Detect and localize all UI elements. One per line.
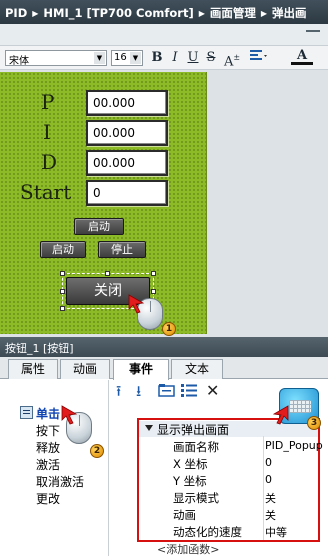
io-field-i[interactable]: 00.000	[86, 120, 168, 146]
param-value[interactable]: PID_Popup	[265, 439, 323, 452]
param-key: 画面名称	[173, 440, 219, 454]
start-button[interactable]: 启动	[40, 241, 86, 258]
stop-button[interactable]: 停止	[98, 241, 146, 258]
start-on-button[interactable]: 启动	[74, 218, 124, 235]
param-row[interactable]: 显示模式 关	[139, 489, 318, 505]
event-item-release[interactable]: 释放	[36, 439, 60, 456]
breadcrumb-item-popup[interactable]: 弹出画	[272, 6, 307, 20]
tab-texts[interactable]: 文本	[171, 359, 223, 379]
event-item-click[interactable]: 单击	[36, 405, 60, 422]
event-item-press[interactable]: 按下	[36, 422, 60, 439]
chevron-right-icon: ▶	[260, 9, 268, 18]
io-field-d[interactable]: 00.000	[86, 150, 168, 176]
event-item-deactivate[interactable]: 取消激活	[36, 473, 84, 490]
expand-triangle-icon[interactable]	[145, 425, 153, 431]
event-item-change[interactable]: 更改	[36, 490, 60, 507]
minimize-icon[interactable]	[306, 30, 320, 32]
event-icon	[20, 406, 33, 419]
format-toolbar: 宋体 ▼ 16 ▼ B I U S A± A	[0, 46, 328, 70]
editor-subbar	[0, 24, 328, 46]
tab-properties[interactable]: 属性	[8, 359, 58, 379]
param-value[interactable]: 中等	[265, 524, 287, 540]
font-size-select[interactable]: 16 ▼	[111, 50, 143, 66]
resize-handle[interactable]	[60, 306, 65, 311]
resize-handle[interactable]	[151, 271, 156, 276]
delete-icon[interactable]: ✕	[206, 383, 219, 399]
event-item-activate[interactable]: 激活	[36, 456, 60, 473]
move-up-icon[interactable]: ⭱	[116, 383, 121, 399]
resize-handle[interactable]	[60, 271, 65, 276]
param-row[interactable]: 动态化的速度 中等	[139, 523, 318, 539]
resize-handle[interactable]	[105, 271, 110, 276]
step-badge-3: 3	[307, 416, 321, 430]
add-function-link[interactable]: <添加函数>	[157, 541, 219, 556]
param-value[interactable]: 关	[265, 490, 276, 506]
tab-animations[interactable]: 动画	[60, 359, 110, 379]
italic-button[interactable]: I	[169, 49, 181, 67]
inspector-tabs: 属性 动画 事件 文本	[0, 357, 328, 380]
red-arrow-icon	[61, 405, 78, 425]
resize-handle[interactable]	[60, 289, 65, 294]
red-arrow-icon	[128, 294, 145, 314]
param-key: 动画	[173, 508, 196, 522]
font-family-select[interactable]: 宋体 ▼	[5, 50, 107, 67]
breadcrumb-item-project[interactable]: PID	[5, 6, 27, 20]
font-size-value: 16	[114, 52, 127, 63]
strikethrough-button[interactable]: S	[205, 49, 217, 67]
param-key: 动态化的速度	[173, 525, 242, 539]
step-badge-2: 2	[90, 444, 104, 458]
function-title: 显示弹出画面	[157, 423, 230, 437]
label-start: Start	[20, 180, 72, 204]
chevron-down-icon: ▼	[94, 52, 105, 64]
inspector-title: 按钮_1 [按钮]	[0, 337, 328, 357]
param-value[interactable]: 0	[265, 473, 272, 486]
label-p: P	[41, 90, 55, 114]
tab-events[interactable]: 事件	[113, 359, 169, 380]
param-key: X 坐标	[173, 457, 208, 471]
resize-handle[interactable]	[151, 289, 156, 294]
param-value[interactable]: 关	[265, 507, 276, 523]
breadcrumb: PID ▶ HMI_1 [TP700 Comfort] ▶ 画面管理 ▶ 弹出画	[0, 0, 328, 24]
folder-icon[interactable]	[158, 383, 176, 400]
superscript-button[interactable]: A±	[222, 49, 242, 70]
list-icon[interactable]	[180, 383, 198, 400]
param-key: 显示模式	[173, 491, 219, 505]
chevron-right-icon: ▶	[32, 9, 39, 18]
param-value[interactable]: 0	[265, 456, 272, 469]
param-row[interactable]: Y 坐标 0	[139, 472, 318, 488]
param-row[interactable]: 画面名称 PID_Popup	[139, 438, 323, 454]
function-list-highlight: 显示弹出画面 画面名称 PID_Popup X 坐标 0 Y 坐标 0 显示模式关 动…	[137, 418, 323, 542]
io-field-p[interactable]: 00.000	[86, 90, 168, 116]
underline-button[interactable]: U	[187, 49, 199, 67]
breadcrumb-item-device[interactable]: HMI_1 [TP700 Comfort]	[43, 6, 193, 20]
io-field-start[interactable]: 0	[86, 180, 168, 206]
text-color-button[interactable]: A	[291, 49, 313, 65]
font-family-value: 宋体	[9, 56, 29, 67]
step-badge-1: 1	[162, 322, 176, 336]
param-row[interactable]: X 坐标 0	[139, 455, 318, 471]
chevron-right-icon: ▶	[198, 9, 205, 18]
param-key: Y 坐标	[173, 474, 207, 488]
label-i: I	[43, 120, 51, 144]
breadcrumb-item-screen-mgmt[interactable]: 画面管理	[210, 6, 256, 20]
label-d: D	[41, 150, 58, 174]
superscript-label: A	[223, 54, 234, 70]
move-down-icon[interactable]: ⭳	[136, 383, 141, 399]
bold-button[interactable]: B	[150, 49, 164, 67]
align-left-icon[interactable]	[247, 49, 271, 67]
red-arrow-icon	[272, 405, 289, 425]
chevron-down-icon: ▼	[130, 52, 141, 64]
param-row[interactable]: 动画 关	[139, 506, 318, 522]
